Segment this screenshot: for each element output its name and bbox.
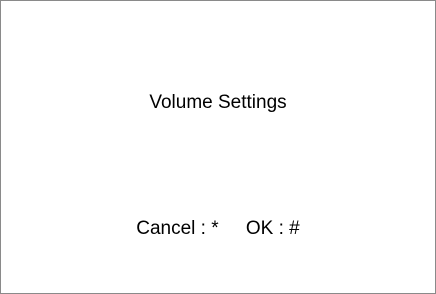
screen-title: Volume Settings xyxy=(149,92,287,113)
ok-softkey[interactable]: OK : # xyxy=(246,217,300,241)
softkey-hints: Cancel : * OK : # xyxy=(1,217,435,241)
settings-screen: Volume Settings Cancel : * OK : # xyxy=(0,0,436,294)
cancel-softkey[interactable]: Cancel : * xyxy=(136,217,218,241)
